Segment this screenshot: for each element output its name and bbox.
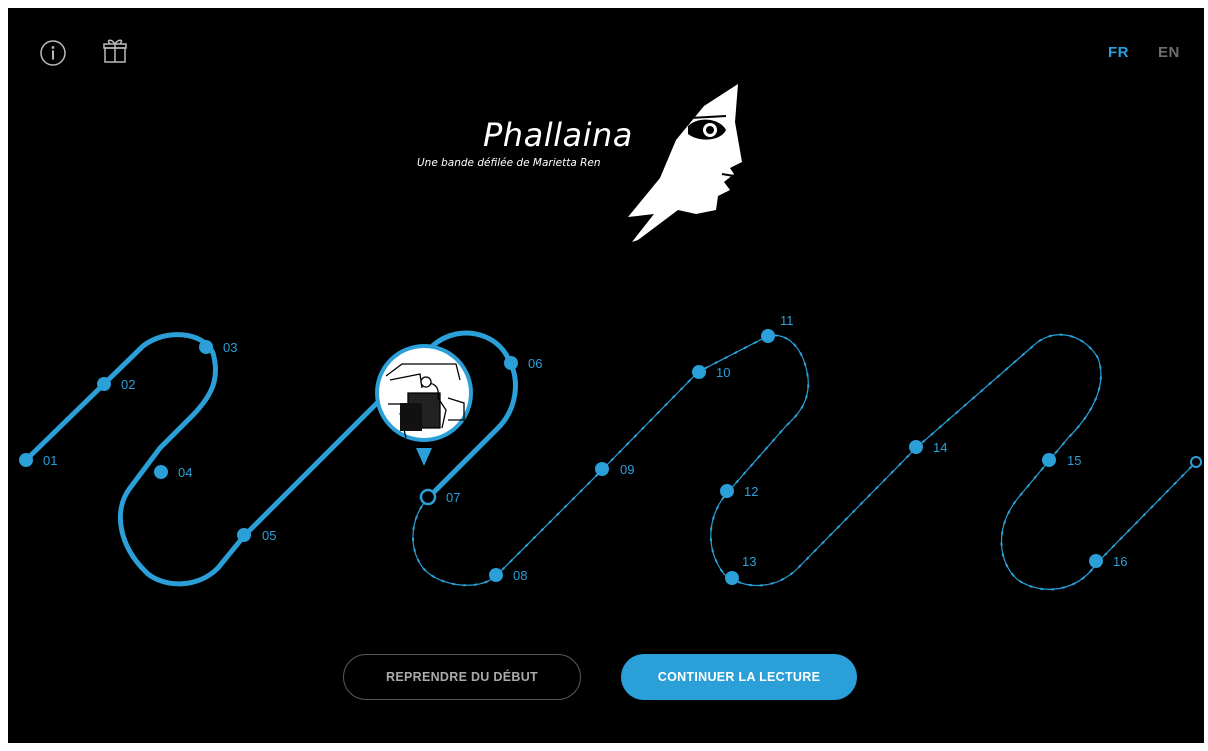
svg-text:05: 05: [262, 528, 276, 543]
svg-text:16: 16: [1113, 554, 1127, 569]
svg-text:12: 12: [744, 484, 758, 499]
svg-text:01: 01: [43, 453, 57, 468]
chapter-node-10[interactable]: 10: [692, 365, 730, 380]
svg-text:03: 03: [223, 340, 237, 355]
chapter-node-09[interactable]: 09: [595, 462, 634, 477]
svg-text:13: 13: [742, 554, 756, 569]
svg-text:08: 08: [513, 568, 527, 583]
chapter-node-08[interactable]: 08: [489, 568, 527, 583]
route-end-node: [1190, 456, 1202, 468]
chapter-node-06[interactable]: 06: [504, 356, 542, 371]
svg-text:06: 06: [528, 356, 542, 371]
chapter-node-02[interactable]: 02: [97, 377, 135, 392]
svg-text:02: 02: [121, 377, 135, 392]
chapter-node-03[interactable]: 03: [199, 340, 237, 355]
svg-text:11: 11: [780, 313, 794, 328]
chapter-node-07[interactable]: 07: [419, 488, 460, 506]
chapter-node-11[interactable]: 11: [761, 313, 794, 343]
svg-text:15: 15: [1067, 453, 1081, 468]
svg-text:07: 07: [446, 490, 460, 505]
svg-text:09: 09: [620, 462, 634, 477]
app-screen: FR EN Phallaina Une bande défilée de Mar…: [8, 8, 1204, 743]
restart-button[interactable]: REPRENDRE DU DÉBUT: [343, 654, 581, 700]
chapter-node-15[interactable]: 15: [1042, 453, 1081, 468]
continue-reading-button[interactable]: CONTINUER LA LECTURE: [621, 654, 857, 700]
chapter-node-04[interactable]: 04: [154, 465, 192, 480]
chapter-route: 01 02 03 04 05 06 07 08 09 10 11 12 13 1…: [19, 313, 1202, 591]
chapter-node-14[interactable]: 14: [909, 440, 947, 455]
chapter-node-01[interactable]: 01: [19, 453, 57, 468]
svg-text:10: 10: [716, 365, 730, 380]
chapter-node-05[interactable]: 05: [237, 528, 276, 543]
svg-text:04: 04: [178, 465, 192, 480]
current-chapter-thumbnail[interactable]: [375, 344, 473, 466]
chapter-node-16[interactable]: 16: [1089, 554, 1127, 569]
chapter-node-12[interactable]: 12: [720, 484, 758, 499]
chapter-node-13[interactable]: 13: [725, 554, 756, 585]
svg-text:14: 14: [933, 440, 947, 455]
